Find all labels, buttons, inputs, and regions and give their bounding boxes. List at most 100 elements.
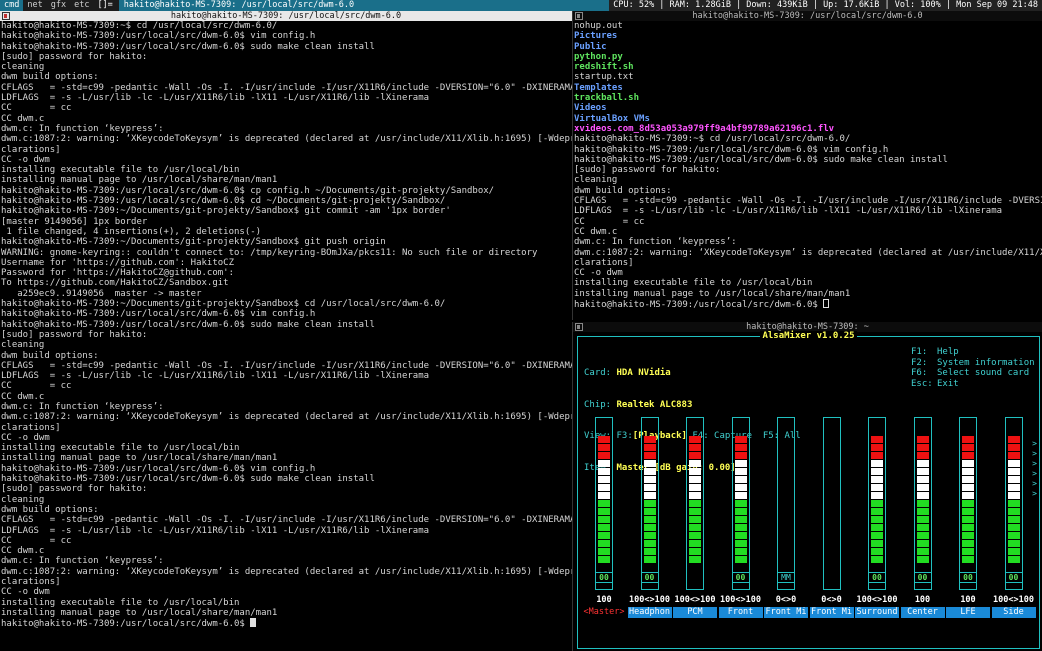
volume-gauge[interactable]: [1004, 417, 1023, 590]
alsamixer-window[interactable]: hakito@hakito-MS-7309: ~ AlsaMixer v1.0.…: [572, 322, 1042, 651]
terminal-line: dwm build options:: [1, 351, 572, 361]
volume-gauge[interactable]: [640, 417, 659, 590]
mute-toggle[interactable]: 00: [595, 572, 613, 583]
terminal-line: hakito@hakito-MS-7309:/usr/local/src/dwm…: [1, 618, 572, 629]
tag-net[interactable]: net: [23, 0, 46, 11]
mute-toggle[interactable]: 00: [640, 572, 659, 583]
volume-segment: [962, 524, 974, 531]
mute-toggle[interactable]: 00: [1004, 572, 1023, 583]
terminal-line-text: LDFLAGS = -s -L/usr/lib -lc -L/usr/X11R6…: [1, 525, 430, 536]
mixer-channel[interactable]: 00 100<>100 Side: [990, 417, 1038, 637]
help-key: F6:: [911, 368, 928, 378]
volume-segment: [643, 492, 656, 499]
mute-toggle[interactable]: MM: [777, 572, 795, 583]
mute-toggle[interactable]: 00: [731, 572, 750, 583]
volume-segment: [1007, 468, 1020, 475]
volume-segment: [689, 500, 701, 507]
volume-gauge[interactable]: [868, 417, 886, 590]
help-text[interactable]: Select sound card: [937, 368, 1029, 378]
channel-name[interactable]: Front: [718, 607, 763, 618]
volume-gauge[interactable]: [913, 417, 932, 590]
channel-name[interactable]: Front Mi: [764, 607, 808, 618]
terminal-line-text: dwm.c: In function ‘keypress’:: [1, 401, 164, 412]
volume-segment: [689, 556, 701, 563]
volume-value: 100<>100: [993, 595, 1034, 605]
volume-segment: [916, 556, 929, 563]
channel-name[interactable]: Front Mi: [809, 607, 854, 618]
mute-toggle[interactable]: 00: [959, 572, 977, 583]
mixer-channel[interactable]: MM 0<>0 Front Mi: [762, 417, 810, 637]
help-text[interactable]: Help: [937, 347, 959, 357]
help-text[interactable]: Exit: [937, 379, 959, 389]
chip-label: Chip:: [584, 399, 612, 410]
mixer-channel[interactable]: 00 100 Center: [899, 417, 947, 637]
volume-segment: [689, 452, 701, 459]
channel-name[interactable]: LFE: [946, 607, 990, 618]
volume-gauge[interactable]: [686, 417, 704, 590]
volume-segment: [871, 444, 883, 451]
mixer-channel[interactable]: 00 100<>100 Front: [717, 417, 765, 637]
mixer-channel[interactable]: 00 100 <Master>: [580, 417, 628, 637]
terminal-line: CC -o dwm: [1, 433, 572, 443]
volume-gauge[interactable]: [595, 417, 613, 590]
volume-segment: [1007, 484, 1020, 491]
terminal-line-text: hakito@hakito-MS-7309:~/Documents/git-pr…: [1, 299, 446, 310]
volume-segment: [916, 444, 929, 451]
terminal-line-text: hakito@hakito-MS-7309:~/Documents/git-pr…: [1, 206, 451, 217]
mute-toggle[interactable]: 00: [868, 572, 886, 583]
terminal-line-text: hakito@hakito-MS-7309:/usr/local/src/dwm…: [1, 474, 375, 485]
tag-etc[interactable]: etc: [70, 0, 93, 11]
mixer-channel[interactable]: 00 100 LFE: [944, 417, 992, 637]
layout-indicator[interactable]: []=: [93, 0, 118, 11]
alsamixer-title: AlsaMixer v1.0.25: [578, 331, 1039, 341]
terminal-line-text: dwm build options:: [1, 350, 99, 361]
terminal-line-text: nohup.out: [574, 21, 623, 31]
channel-name[interactable]: Center: [900, 607, 945, 618]
help-text[interactable]: System information: [937, 358, 1035, 368]
help-row: F2: System information: [911, 358, 1035, 369]
terminal-line: CC dwm.c: [574, 227, 1042, 237]
channel-name[interactable]: PCM: [673, 607, 717, 618]
volume-segment: [689, 508, 701, 515]
mixer-channel[interactable]: 00 100<>100 Surround: [853, 417, 901, 637]
volume-segment: [689, 476, 701, 483]
volume-gauge[interactable]: [822, 417, 841, 590]
volume-segment: [962, 436, 974, 443]
channel-name[interactable]: <Master>: [582, 607, 626, 618]
terminal-line: hakito@hakito-MS-7309:~/Documents/git-pr…: [1, 299, 572, 309]
terminal-output[interactable]: nohup.out Pictures Public python.py redshift…: [573, 21, 1042, 309]
volume-gauge[interactable]: [959, 417, 977, 590]
volume-level: [598, 435, 610, 587]
terminal-line-text: installing executable file to /usr/local…: [1, 443, 240, 454]
terminal-output[interactable]: hakito@hakito-MS-7309:~$ cd /usr/local/s…: [0, 21, 572, 629]
channel-name[interactable]: Surround: [855, 607, 899, 618]
volume-segment: [643, 460, 656, 467]
help-key: F1:: [911, 347, 928, 357]
mute-toggle[interactable]: 00: [913, 572, 932, 583]
terminal-line-text: Username for 'https://github.com': Hakit…: [1, 257, 234, 268]
terminal-window-main[interactable]: hakito@hakito-MS-7309: /usr/local/src/dw…: [0, 11, 572, 651]
terminal-line-text: dwm.c: In function ‘keypress’:: [1, 123, 164, 134]
terminal-window-top-right[interactable]: hakito@hakito-MS-7309: /usr/local/src/dw…: [572, 11, 1042, 320]
tag-gfx[interactable]: gfx: [47, 0, 70, 11]
terminal-line-text: CC -o dwm: [1, 154, 50, 165]
mixer-channel[interactable]: 100<>100 PCM: [671, 417, 719, 637]
terminal-icon: [575, 323, 583, 331]
volume-segment: [689, 540, 701, 547]
channel-name[interactable]: Headphon: [627, 607, 672, 618]
volume-gauge[interactable]: [777, 417, 795, 590]
volume-level: [734, 435, 747, 587]
terminal-line: Videos: [574, 103, 1042, 113]
terminal-line-text: hakito@hakito-MS-7309:/usr/local/src/dwm…: [1, 319, 375, 330]
mixer-channel[interactable]: 00 100<>100 Headphon: [626, 417, 674, 637]
terminal-line: cleaning: [574, 175, 1042, 185]
terminal-line: installing manual page to /usr/local/sha…: [1, 175, 572, 185]
tag-cmd[interactable]: cmd: [0, 0, 24, 11]
channel-name[interactable]: Side: [991, 607, 1036, 618]
terminal-line: CFLAGS = -std=c99 -pedantic -Wall -Os -I…: [1, 361, 572, 371]
volume-gauge[interactable]: [731, 417, 750, 590]
mixer-channel[interactable]: 0<>0 Front Mi: [808, 417, 856, 637]
volume-segment: [643, 548, 656, 555]
terminal-line-text: startup.txt: [574, 72, 634, 83]
terminal-line: LDFLAGS = -s -L/usr/lib -lc -L/usr/X11R6…: [1, 526, 572, 536]
